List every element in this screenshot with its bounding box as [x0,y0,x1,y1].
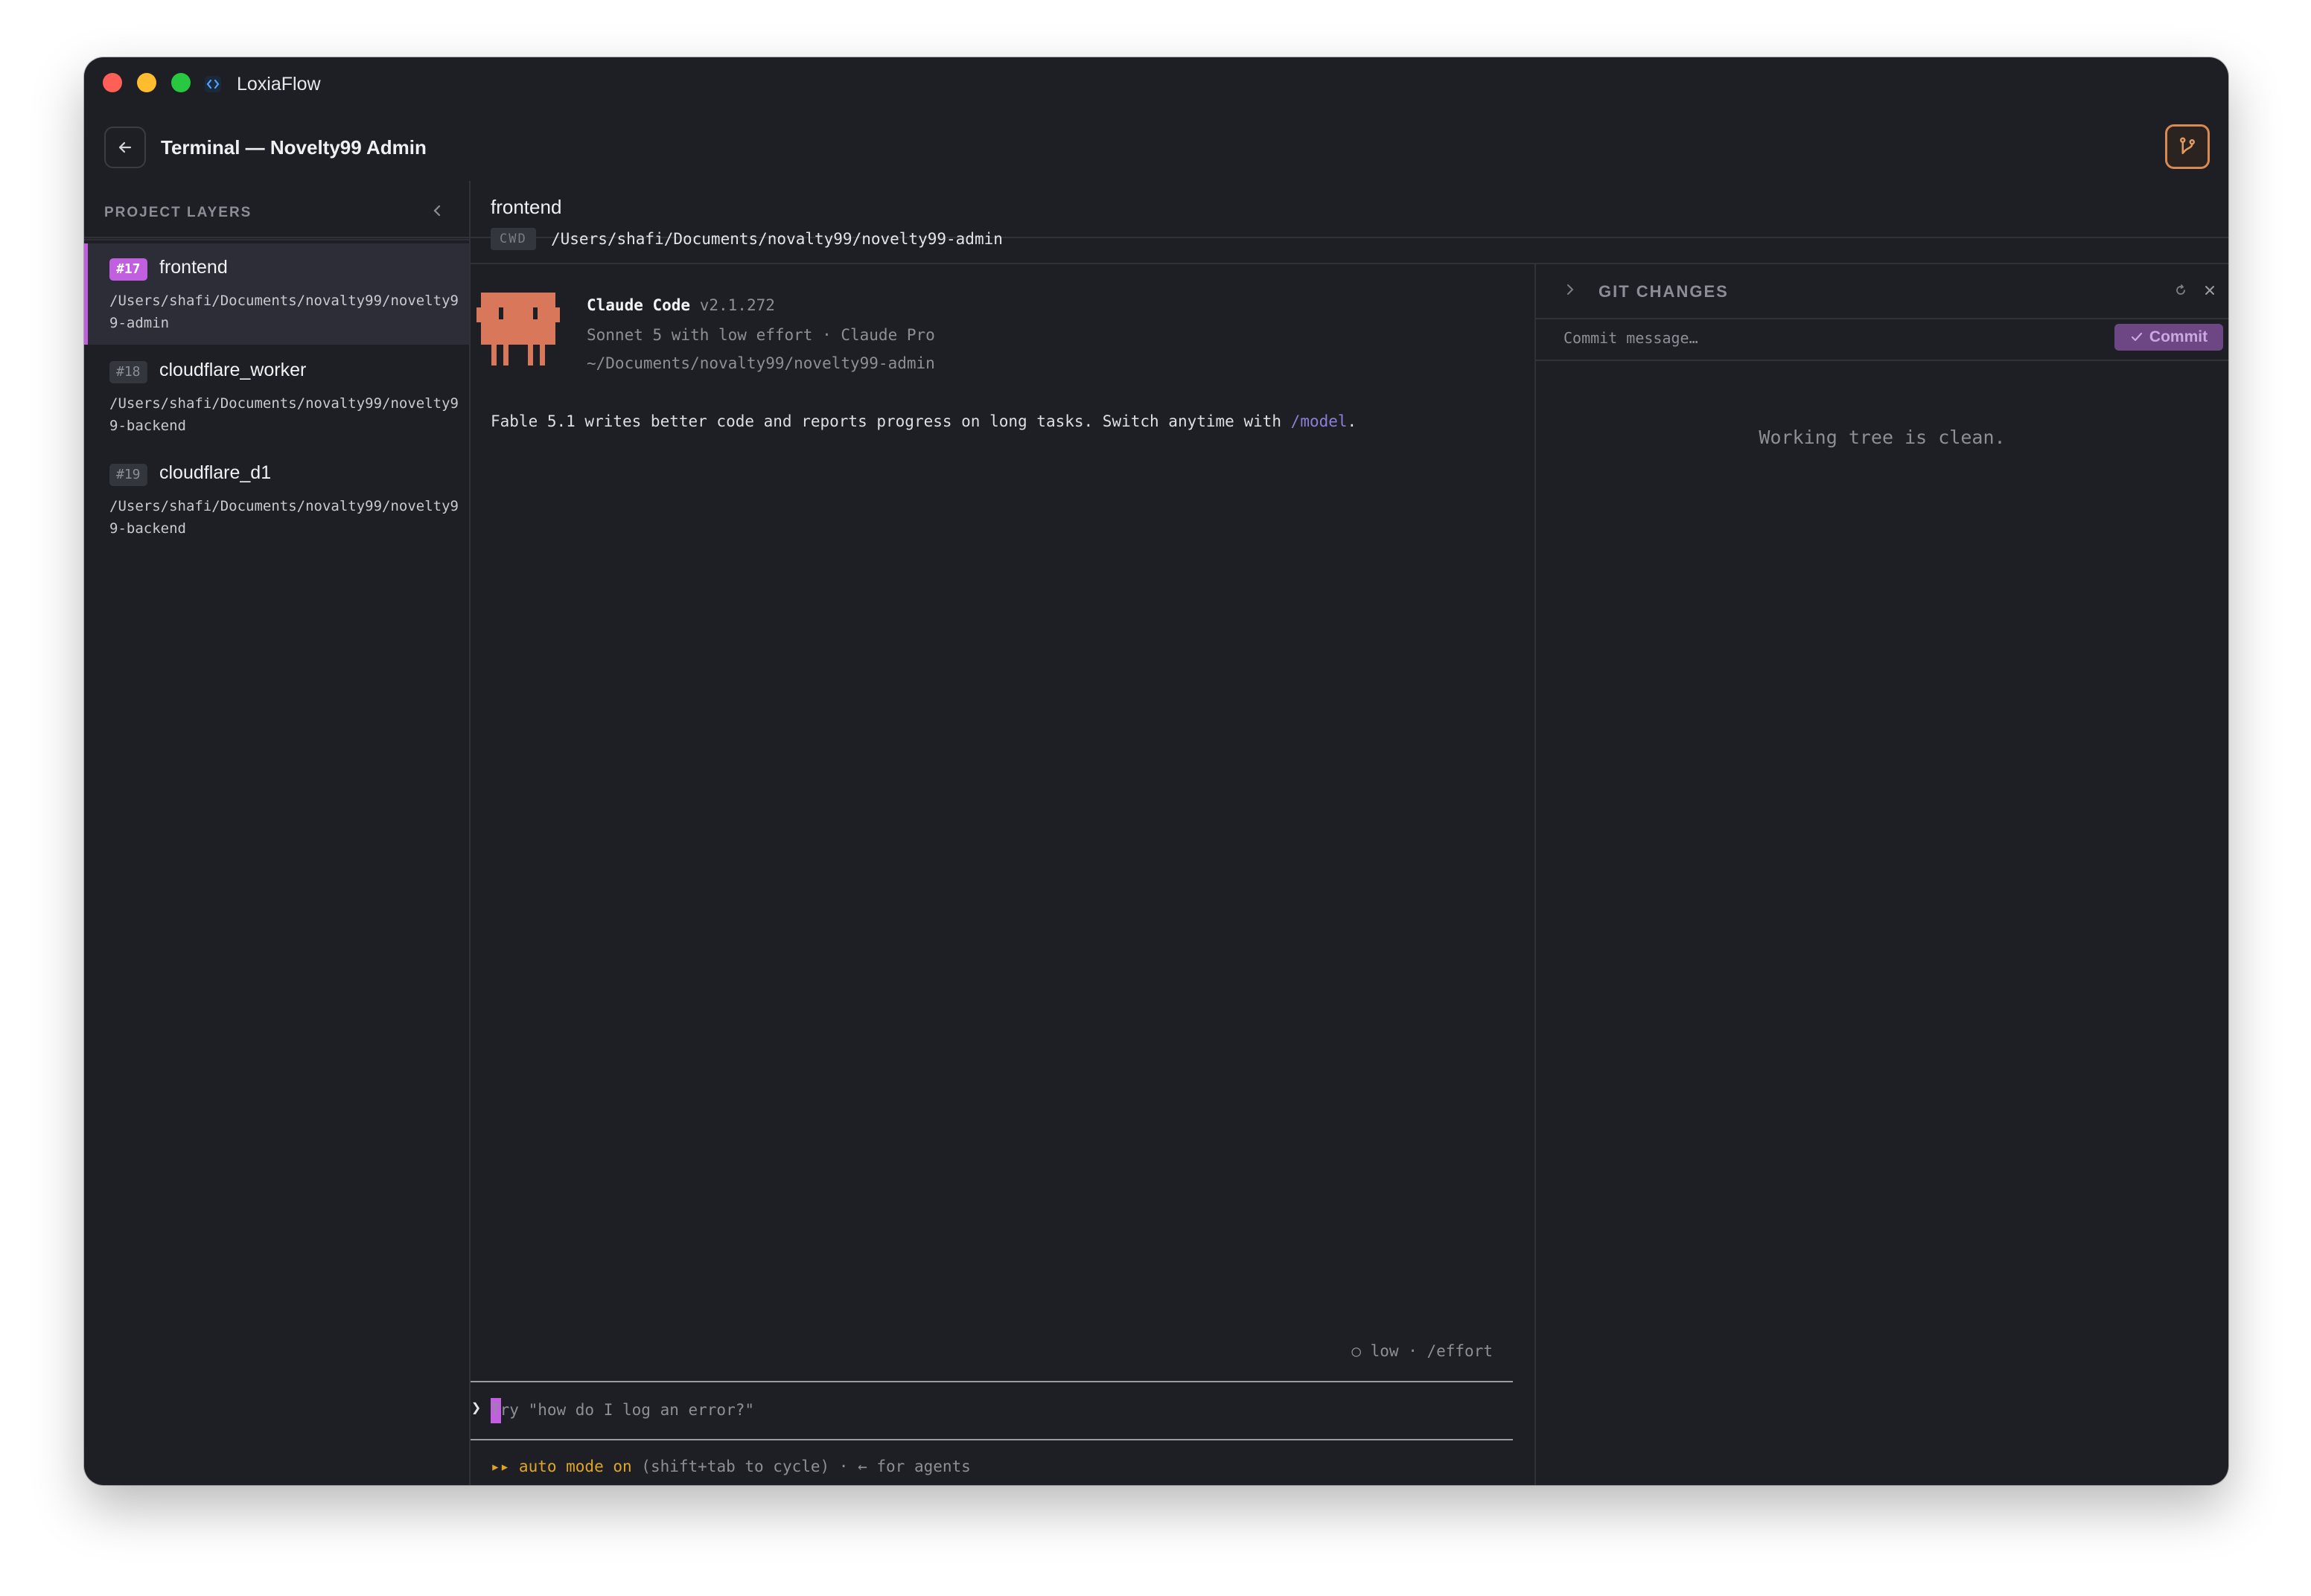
chevron-left-icon[interactable] [430,203,445,218]
commit-button[interactable]: Commit [2114,324,2223,351]
project-layers-sidebar: PROJECT LAYERS #17 frontend /Users/shafi… [84,181,471,1485]
layer-path: /Users/shafi/Documents/novalty99/novelty… [109,293,459,331]
layer-badge: #18 [109,361,147,383]
app-logo-icon [205,76,221,92]
app-name: LoxiaFlow [237,74,321,95]
product-line: Claude Code v2.1.272 [587,294,775,316]
cwd-path: /Users/shafi/Documents/novalty99/novelty… [551,230,1003,248]
git-panel-header: GIT CHANGES [1536,264,2228,319]
refresh-icon[interactable] [2173,283,2188,298]
cwd-badge: CWD [491,228,536,250]
git-branch-icon [2180,137,2195,154]
notice-text: Fable 5.1 writes better code and reports… [491,412,1291,430]
terminal-output[interactable]: Claude Code v2.1.272 Sonnet 5 with low e… [471,264,1536,1485]
layer-name: cloudflare_worker [159,360,307,380]
status-line: ▸▸ auto mode on (shift+tab to cycle) · ←… [491,1458,971,1475]
empty-state-text: Working tree is clean. [1759,427,2006,448]
minimize-window-button[interactable] [137,73,156,92]
commit-label: Commit [2149,328,2208,345]
model-command-link[interactable]: /model [1291,412,1348,430]
commit-row: Commit [1536,319,2228,361]
layer-title: frontend [491,196,562,218]
chevron-right-icon[interactable] [1563,282,1578,297]
layer-badge: #17 [109,258,147,281]
arrow-left-icon [118,141,132,153]
git-panel-title: GIT CHANGES [1598,282,1729,301]
status-hint: (shift+tab to cycle) · ← for agents [631,1458,971,1475]
app-window: LoxiaFlow Terminal — Novelty99 Admin PRO… [84,57,2228,1485]
git-panel-toggle-button[interactable] [2165,124,2210,169]
layer-item-frontend[interactable]: #17 frontend /Users/shafi/Documents/nova… [84,243,469,345]
title-bar: LoxiaFlow [84,57,2228,114]
layer-path: /Users/shafi/Documents/novalty99/novelty… [109,498,459,537]
back-button[interactable] [104,127,146,168]
product-version: v2.1.272 [699,296,775,314]
check-icon [2131,332,2143,342]
prompt-placeholder: Try "how do I log an error?" [491,1401,755,1419]
maximize-window-button[interactable] [171,73,191,92]
sidebar-divider [84,239,469,240]
layer-name: cloudflare_d1 [159,462,272,483]
prompt-chevron-icon: ❯ [471,1399,482,1417]
auto-mode-status: ▸▸ auto mode on [491,1458,632,1475]
page-title: Terminal — Novelty99 Admin [161,136,427,159]
notice-line: Fable 5.1 writes better code and reports… [491,410,1357,432]
effort-indicator: ○ low · /effort [1351,1342,1493,1360]
prompt-input[interactable]: ❯ Try "how do I log an error?" [471,1381,1513,1440]
layer-badge: #19 [109,464,147,486]
commit-message-input[interactable] [1562,324,2101,352]
layer-name: frontend [159,257,228,278]
model-line: Sonnet 5 with low effort · Claude Pro [587,326,935,344]
product-name: Claude Code [587,296,691,314]
layer-item-cloudflare-d1[interactable]: #19 cloudflare_d1 /Users/shafi/Documents… [84,449,469,550]
git-changes-panel: GIT CHANGES Commit Working tree [1536,264,2228,1485]
terminal-header: frontend CWD /Users/shafi/Documents/nova… [471,181,2228,264]
claude-mascot-icon [476,293,560,366]
layer-path: /Users/shafi/Documents/novalty99/novelty… [109,395,459,434]
close-icon[interactable] [2202,283,2217,298]
layer-item-cloudflare-worker[interactable]: #18 cloudflare_worker /Users/shafi/Docum… [84,346,469,447]
sidebar-heading: PROJECT LAYERS [104,205,252,220]
close-window-button[interactable] [103,73,122,92]
directory-line: ~/Documents/novalty99/novelty99-admin [587,354,935,372]
main-area: frontend CWD /Users/shafi/Documents/nova… [471,181,2228,1485]
notice-suffix: . [1347,412,1357,430]
